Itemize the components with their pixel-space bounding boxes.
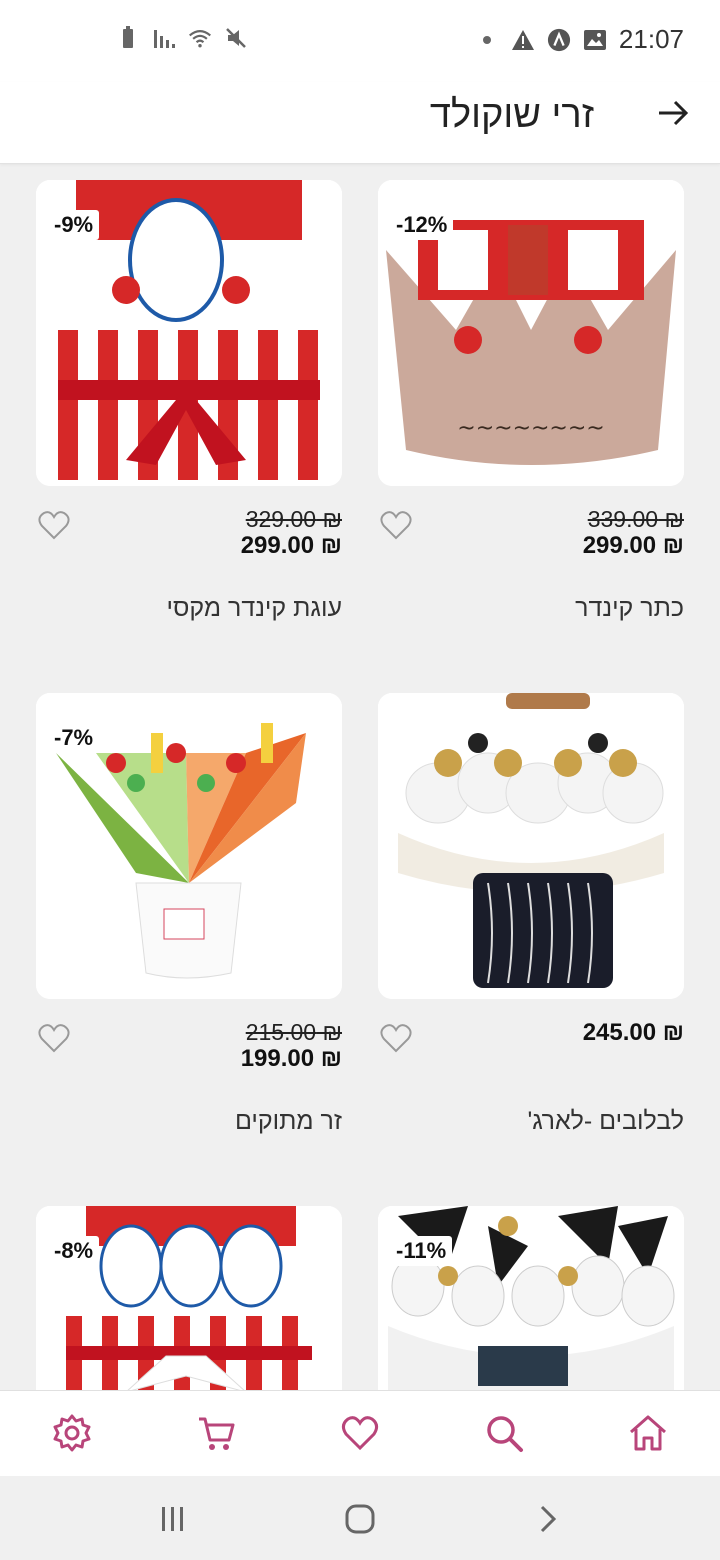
settings-icon[interactable] bbox=[50, 1411, 94, 1455]
wifi-icon bbox=[188, 26, 212, 50]
dot-icon bbox=[475, 28, 499, 52]
price: ₪ 199.00 bbox=[240, 1045, 342, 1072]
status-bar: 21:07 bbox=[0, 0, 720, 82]
product-image[interactable]: ~~~~~~~~ -12% bbox=[378, 180, 684, 486]
heart-icon[interactable] bbox=[380, 510, 412, 540]
home-icon[interactable] bbox=[626, 1411, 670, 1455]
product-image[interactable]: -11% bbox=[378, 1206, 684, 1390]
status-time: 21:07 bbox=[618, 24, 684, 54]
price: ₪ 299.00 bbox=[240, 532, 342, 559]
product-image[interactable]: -7% bbox=[36, 693, 342, 999]
page-title: זרי שוקולד bbox=[429, 94, 594, 136]
svg-text:~~~~~~~~: ~~~~~~~~ bbox=[457, 416, 604, 441]
warning-icon bbox=[511, 28, 535, 52]
discount-badge: -11% bbox=[390, 1236, 453, 1266]
heart-icon[interactable] bbox=[380, 1023, 412, 1053]
discount-badge: -7% bbox=[48, 723, 100, 753]
mute-icon bbox=[224, 26, 248, 50]
price: ₪ 245.00 bbox=[582, 1019, 684, 1046]
app-header: זרי שוקולד bbox=[0, 82, 720, 164]
status-left-icons bbox=[116, 26, 248, 50]
old-price: ₪ 339.00 bbox=[587, 506, 684, 532]
bottom-navigation bbox=[0, 1390, 720, 1476]
product-name[interactable]: לבלובים -לארג' bbox=[527, 1107, 684, 1136]
product-name[interactable]: זר מתוקים bbox=[235, 1107, 342, 1136]
discount-badge: -8% bbox=[48, 1236, 100, 1266]
home-circle-icon[interactable] bbox=[343, 1502, 377, 1536]
product-image[interactable]: -8% bbox=[36, 1206, 342, 1390]
product-name[interactable]: כתר קינדר bbox=[575, 594, 684, 623]
discount-badge: -9% bbox=[48, 210, 100, 240]
heart-icon[interactable] bbox=[38, 1023, 70, 1053]
discount-badge: -12% bbox=[390, 210, 454, 240]
price: ₪ 299.00 bbox=[582, 532, 684, 559]
product-image[interactable]: -9% bbox=[36, 180, 342, 486]
cart-icon[interactable] bbox=[194, 1411, 238, 1455]
heart-icon[interactable] bbox=[38, 510, 70, 540]
status-right-icons: 21:07 bbox=[475, 24, 684, 55]
heart-icon[interactable] bbox=[338, 1411, 382, 1455]
app-icon bbox=[547, 28, 571, 52]
signal-icon bbox=[152, 26, 176, 50]
product-name[interactable]: עוגת קינדר מקסי bbox=[166, 594, 342, 623]
recents-icon[interactable] bbox=[156, 1502, 190, 1536]
arrow-right-icon[interactable] bbox=[656, 96, 690, 130]
old-price: ₪ 329.00 bbox=[245, 506, 342, 532]
back-icon[interactable] bbox=[530, 1502, 564, 1536]
product-grid: ~~~~~~~~ -12% ₪ 339.00 ₪ 299.00 כתר קינד… bbox=[0, 164, 720, 1390]
image-icon bbox=[583, 28, 607, 52]
battery-icon bbox=[116, 26, 140, 50]
search-icon[interactable] bbox=[482, 1411, 526, 1455]
product-image[interactable] bbox=[378, 693, 684, 999]
system-navigation bbox=[0, 1476, 720, 1560]
old-price: ₪ 215.00 bbox=[245, 1019, 342, 1045]
